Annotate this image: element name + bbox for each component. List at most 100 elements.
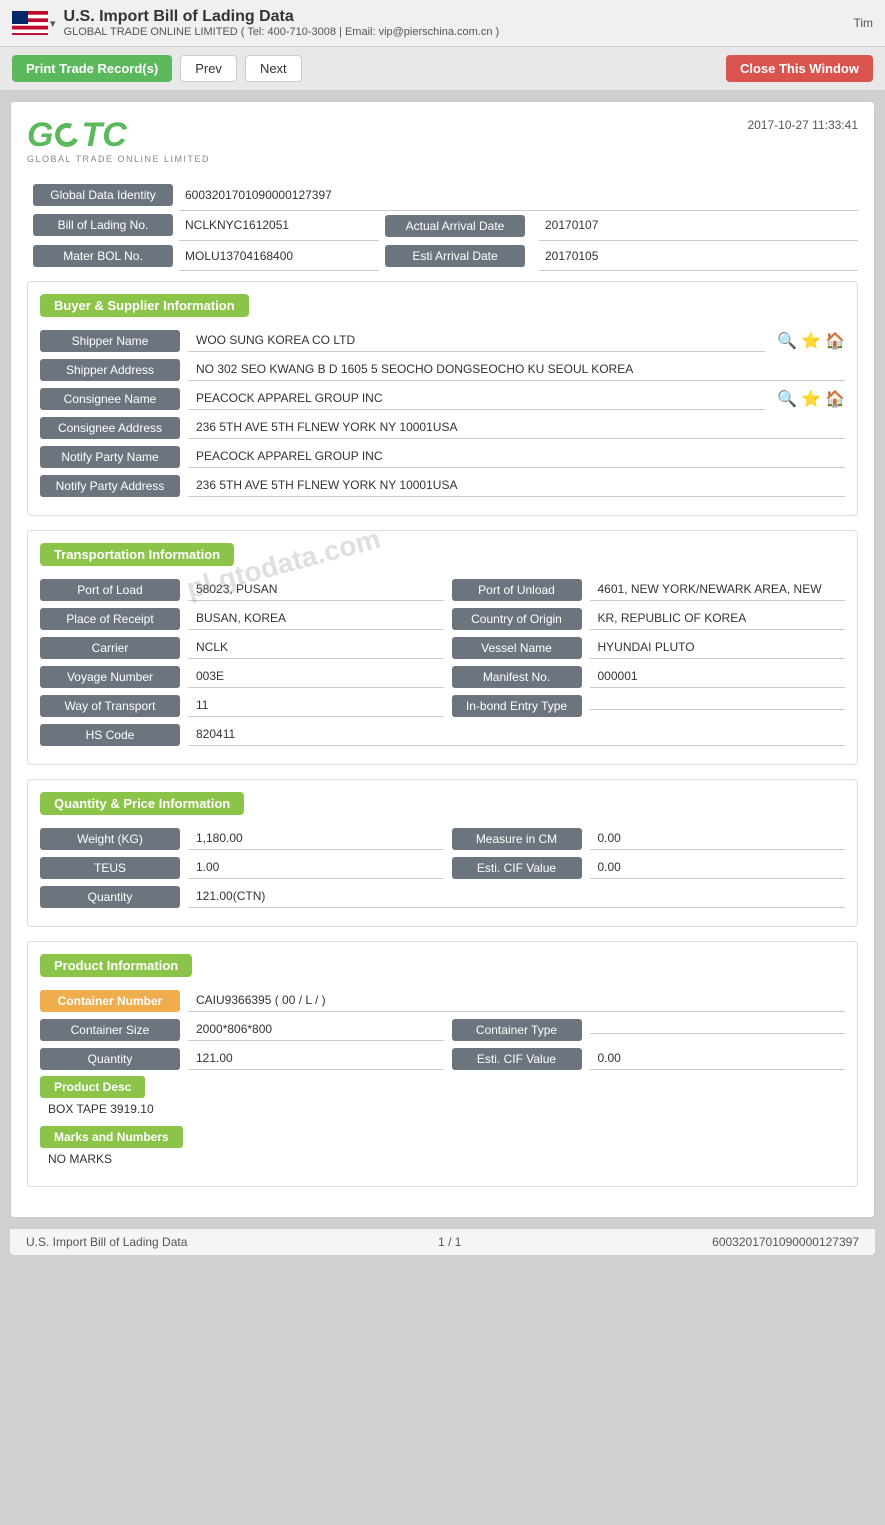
shipper-icons: 🔍 ⭐ 🏠	[777, 331, 845, 351]
page-footer: U.S. Import Bill of Lading Data 1 / 1 60…	[10, 1228, 875, 1255]
footer-right: 6003201701090000127397	[712, 1235, 859, 1249]
product-esti-cif-label: Esti. CIF Value	[452, 1048, 582, 1070]
notify-party-address-label: Notify Party Address	[40, 475, 180, 497]
consignee-name-label: Consignee Name	[40, 388, 180, 410]
weight-label: Weight (KG)	[40, 828, 180, 850]
container-size-label: Container Size	[40, 1019, 180, 1041]
mater-bol-row: Mater BOL No. MOLU13704168400 Esti Arriv…	[27, 241, 858, 271]
transportation-title: Transportation Information	[40, 543, 234, 566]
carrier-vessel-row: Carrier NCLK Vessel Name HYUNDAI PLUTO	[40, 636, 845, 659]
print-button[interactable]: Print Trade Record(s)	[12, 55, 172, 82]
manifest-no-value: 000001	[590, 665, 846, 688]
next-button[interactable]: Next	[245, 55, 302, 82]
shipper-star-icon[interactable]: ⭐	[801, 331, 821, 351]
flag-icon: ▾	[12, 11, 56, 35]
buyer-supplier-title: Buyer & Supplier Information	[40, 294, 249, 317]
teus-cif-row: TEUS 1.00 Esti. CIF Value 0.00	[40, 856, 845, 879]
voyage-manifest-row: Voyage Number 003E Manifest No. 000001	[40, 665, 845, 688]
close-button[interactable]: Close This Window	[726, 55, 873, 82]
shipper-address-value: NO 302 SEO KWANG B D 1605 5 SEOCHO DONGS…	[188, 358, 845, 381]
bill-of-lading-label: Bill of Lading No.	[33, 214, 173, 236]
notify-party-name-row: Notify Party Name PEACOCK APPAREL GROUP …	[40, 445, 845, 468]
actual-arrival-date-value: 20170107	[539, 210, 858, 241]
consignee-star-icon[interactable]: ⭐	[801, 389, 821, 409]
global-data-identity-row: Global Data Identity 6003201701090000127…	[27, 180, 858, 210]
consignee-name-value: PEACOCK APPAREL GROUP INC	[188, 387, 765, 410]
product-desc-row: Product Desc BOX TAPE 3919.10	[40, 1076, 845, 1120]
toolbar: Print Trade Record(s) Prev Next Close Th…	[0, 47, 885, 91]
shipper-address-label: Shipper Address	[40, 359, 180, 381]
port-of-load-value: 58023, PUSAN	[188, 578, 444, 601]
container-size-value: 2000*806*800	[188, 1018, 444, 1041]
product-title: Product Information	[40, 954, 192, 977]
product-desc-label: Product Desc	[40, 1076, 145, 1098]
way-of-transport-value: 11	[188, 694, 444, 717]
consignee-icons: 🔍 ⭐ 🏠	[777, 389, 845, 409]
country-of-origin-value: KR, REPUBLIC OF KOREA	[590, 607, 846, 630]
notify-party-address-row: Notify Party Address 236 5TH AVE 5TH FLN…	[40, 474, 845, 497]
port-of-unload-value: 4601, NEW YORK/NEWARK AREA, NEW	[590, 578, 846, 601]
measure-value: 0.00	[590, 827, 846, 850]
measure-label: Measure in CM	[452, 828, 582, 850]
quantity-label: Quantity	[40, 886, 180, 908]
container-number-label: Container Number	[40, 990, 180, 1012]
global-data-identity-label: Global Data Identity	[33, 184, 173, 206]
notify-party-name-label: Notify Party Name	[40, 446, 180, 468]
esti-arrival-date-label: Esti Arrival Date	[385, 245, 525, 267]
logo-circle	[52, 120, 83, 151]
shipper-home-icon[interactable]: 🏠	[825, 331, 845, 351]
bill-of-lading-value: NCLKNYC1612051	[179, 210, 379, 241]
logo-graphic: G TC	[27, 118, 127, 152]
bill-of-lading-row: Bill of Lading No. NCLKNYC1612051 Actual…	[27, 210, 858, 241]
container-type-value	[590, 1025, 846, 1034]
vessel-name-label: Vessel Name	[452, 637, 582, 659]
transport-inbond-row: Way of Transport 11 In-bond Entry Type	[40, 694, 845, 717]
place-of-receipt-label: Place of Receipt	[40, 608, 180, 630]
carrier-label: Carrier	[40, 637, 180, 659]
container-number-value: CAIU9366395 ( 00 / L / )	[188, 989, 845, 1012]
way-of-transport-label: Way of Transport	[40, 695, 180, 717]
marks-and-numbers-label: Marks and Numbers	[40, 1126, 183, 1148]
buyer-supplier-section: Buyer & Supplier Information Shipper Nam…	[27, 281, 858, 516]
shipper-search-icon[interactable]: 🔍	[777, 331, 797, 351]
esti-cif-label: Esti. CIF Value	[452, 857, 582, 879]
receipt-origin-row: Place of Receipt BUSAN, KOREA Country of…	[40, 607, 845, 630]
consignee-address-label: Consignee Address	[40, 417, 180, 439]
header-user: Tim	[853, 16, 873, 30]
logo-subtitle: GLOBAL TRADE ONLINE LIMITED	[27, 154, 210, 164]
notify-party-name-value: PEACOCK APPAREL GROUP INC	[188, 445, 845, 468]
shipper-name-label: Shipper Name	[40, 330, 180, 352]
identity-table: Global Data Identity 6003201701090000127…	[27, 180, 858, 271]
place-of-receipt-value: BUSAN, KOREA	[188, 607, 444, 630]
marks-and-numbers-value: NO MARKS	[40, 1148, 845, 1170]
product-quantity-cif-row: Quantity 121.00 Esti. CIF Value 0.00	[40, 1047, 845, 1070]
app-title: U.S. Import Bill of Lading Data	[64, 8, 500, 26]
product-section: Product Information Container Number CAI…	[27, 941, 858, 1187]
consignee-home-icon[interactable]: 🏠	[825, 389, 845, 409]
consignee-search-icon[interactable]: 🔍	[777, 389, 797, 409]
document-timestamp: 2017-10-27 11:33:41	[747, 118, 858, 132]
vessel-name-value: HYUNDAI PLUTO	[590, 636, 846, 659]
container-type-label: Container Type	[452, 1019, 582, 1041]
header-text-block: U.S. Import Bill of Lading Data GLOBAL T…	[64, 8, 500, 38]
hs-code-value: 820411	[188, 723, 845, 746]
shipper-name-value: WOO SUNG KOREA CO LTD	[188, 329, 765, 352]
product-quantity-label: Quantity	[40, 1048, 180, 1070]
voyage-number-label: Voyage Number	[40, 666, 180, 688]
product-quantity-value: 121.00	[188, 1047, 444, 1070]
logo-container: G TC GLOBAL TRADE ONLINE LIMITED	[27, 118, 210, 164]
voyage-number-value: 003E	[188, 665, 444, 688]
notify-party-address-value: 236 5TH AVE 5TH FLNEW YORK NY 10001USA	[188, 474, 845, 497]
carrier-value: NCLK	[188, 636, 444, 659]
quantity-price-section: Quantity & Price Information Weight (KG)…	[27, 779, 858, 927]
port-of-load-label: Port of Load	[40, 579, 180, 601]
product-desc-value: BOX TAPE 3919.10	[40, 1098, 845, 1120]
shipper-name-row: Shipper Name WOO SUNG KOREA CO LTD 🔍 ⭐ 🏠	[40, 329, 845, 352]
consignee-name-row: Consignee Name PEACOCK APPAREL GROUP INC…	[40, 387, 845, 410]
quantity-value: 121.00(CTN)	[188, 885, 845, 908]
prev-button[interactable]: Prev	[180, 55, 237, 82]
main-content: pl.gtodata.com G TC GLOBAL TRADE ONLINE …	[10, 101, 875, 1218]
flag-dropdown[interactable]: ▾	[50, 17, 56, 30]
mater-bol-value: MOLU13704168400	[179, 241, 379, 271]
mater-bol-label: Mater BOL No.	[33, 245, 173, 267]
